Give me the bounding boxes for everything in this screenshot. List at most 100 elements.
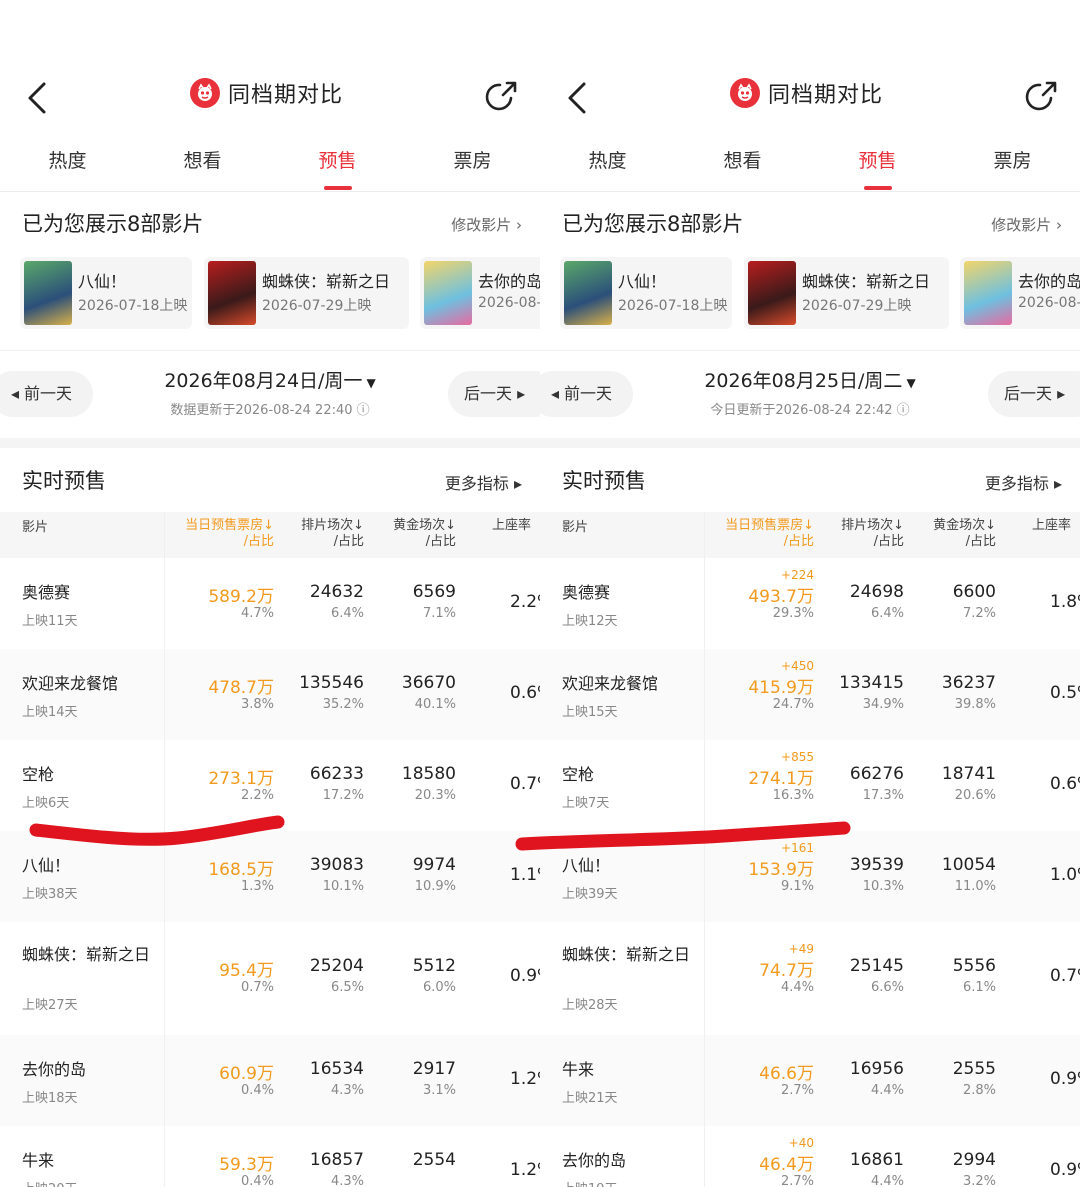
col-presale[interactable]: 当日预售票房↓/占比 [170, 518, 274, 550]
share-icon [1025, 81, 1057, 111]
table-row[interactable]: 欢迎来龙餐馆 上映14天 478.7万 3.8% 135546 35.2% 36… [0, 649, 540, 740]
tab-3[interactable]: 票房 [405, 140, 540, 190]
occupancy-rate: 0.9% [1050, 1069, 1080, 1089]
film-card[interactable]: 蜘蛛侠：崭新之日 2026-07-29上映 [204, 257, 409, 329]
tab-0[interactable]: 热度 [0, 140, 135, 190]
presale-value: 168.5万 [208, 860, 274, 880]
golden-value: 2555 [952, 1059, 996, 1079]
film-poster [24, 261, 72, 325]
tab-bar: 热度 想看 预售 票房 [0, 140, 540, 190]
film-card[interactable]: 蜘蛛侠：崭新之日 2026-07-29上映 [744, 257, 949, 329]
table-header: 影片 当日预售票房↓/占比 排片场次↓/占比 黄金场次↓/占比 上座率 [540, 512, 1080, 558]
table-row[interactable]: 牛来 上映20天 59.3万 0.4% 16857 4.3% 2554 1.2% [0, 1126, 540, 1187]
golden-share: 20.6% [954, 788, 996, 803]
film-card-date: 2026-08-0 [1018, 295, 1080, 311]
shows-value: 39083 [309, 855, 364, 875]
presale-share: 9.1% [780, 879, 814, 894]
table-row[interactable]: 牛来 上映21天 46.6万 2.7% 16956 4.4% 2555 2.8%… [540, 1035, 1080, 1126]
shows-value: 16857 [309, 1150, 364, 1170]
film-card[interactable]: 八仙！ 2026-07-18上映 [560, 257, 732, 329]
days-since-release: 上映39天 [562, 887, 618, 902]
divider [0, 350, 540, 351]
table-row[interactable]: 去你的岛 上映19天 +40 46.4万 2.7% 16861 4.4% 299… [540, 1126, 1080, 1187]
days-since-release: 上映27天 [22, 998, 78, 1013]
shows-share: 35.2% [322, 697, 364, 712]
presale-share: 2.7% [780, 1174, 814, 1187]
shows-share: 34.9% [862, 697, 904, 712]
table-row[interactable]: 空枪 上映6天 273.1万 2.2% 66233 17.2% 18580 20… [0, 740, 540, 831]
film-card[interactable]: 去你的岛 2026-08-0 [420, 257, 540, 329]
back-button[interactable] [562, 78, 594, 118]
occupancy-rate: 0.9% [510, 966, 540, 986]
col-golden[interactable]: 黄金场次↓/占比 [920, 518, 996, 550]
share-button[interactable] [484, 78, 520, 114]
table-row[interactable]: 蜘蛛侠：崭新之日 上映28天 +49 74.7万 4.4% 25145 6.6%… [540, 922, 1080, 1035]
golden-value: 9974 [412, 855, 456, 875]
next-day-button[interactable]: 后一天 ▸ [448, 371, 540, 417]
tab-3[interactable]: 票房 [945, 140, 1080, 190]
col-shows[interactable]: 排片场次↓/占比 [290, 518, 364, 550]
col-shows[interactable]: 排片场次↓/占比 [830, 518, 904, 550]
table-row[interactable]: 八仙！ 上映38天 168.5万 1.3% 39083 10.1% 9974 1… [0, 831, 540, 922]
table-row[interactable]: 去你的岛 上映18天 60.9万 0.4% 16534 4.3% 2917 3.… [0, 1035, 540, 1126]
share-button[interactable] [1024, 78, 1060, 114]
film-card-name: 蜘蛛侠：崭新之日 [802, 272, 931, 291]
film-name: 奥德赛 [22, 583, 71, 602]
shows-value: 25204 [309, 956, 364, 976]
days-since-release: 上映6天 [22, 796, 70, 811]
more-metrics-button[interactable]: 更多指标 ▸ [985, 470, 1062, 494]
tab-2[interactable]: 预售 [270, 140, 405, 190]
shows-value: 16861 [849, 1150, 904, 1170]
modify-films-link[interactable]: 修改影片 › [991, 214, 1062, 235]
col-film: 影片 [562, 520, 589, 535]
presale-value: 153.9万 [748, 860, 814, 880]
table-row[interactable]: 奥德赛 上映11天 589.2万 4.7% 24632 6.4% 6569 7.… [0, 558, 540, 649]
presale-share: 24.7% [772, 697, 814, 712]
table-row[interactable]: 奥德赛 上映12天 +224 493.7万 29.3% 24698 6.4% 6… [540, 558, 1080, 649]
col-golden[interactable]: 黄金场次↓/占比 [380, 518, 456, 550]
golden-value: 6600 [952, 582, 996, 602]
col-presale[interactable]: 当日预售票房↓/占比 [710, 518, 814, 550]
film-card[interactable]: 去你的岛 2026-08-0 [960, 257, 1080, 329]
film-strip: 八仙！ 2026-07-18上映 蜘蛛侠：崭新之日 2026-07-29上映 去… [20, 257, 540, 329]
col-golden-line2: /占比 [965, 534, 996, 549]
golden-value: 18741 [941, 764, 996, 784]
presale-value: 60.9万 [219, 1064, 274, 1084]
divider [540, 350, 1080, 351]
days-since-release: 上映11天 [22, 614, 78, 629]
occupancy-rate: 1.8% [1050, 592, 1080, 612]
table-row[interactable]: 空枪 上映7天 +855 274.1万 16.3% 66276 17.3% 18… [540, 740, 1080, 831]
occupancy-rate: 1.0% [1050, 865, 1080, 885]
page-title: 同档期对比 [228, 83, 344, 108]
caret-down-icon: ▼ [366, 376, 376, 390]
col-rate: 上座率 [492, 518, 532, 533]
golden-share: 7.1% [422, 606, 456, 621]
days-since-release: 上映19天 [562, 1178, 618, 1187]
table-row[interactable]: 八仙！ 上映39天 +161 153.9万 9.1% 39539 10.3% 1… [540, 831, 1080, 922]
modify-films-link[interactable]: 修改影片 › [451, 214, 522, 235]
table-row[interactable]: 欢迎来龙餐馆 上映15天 +450 415.9万 24.7% 133415 34… [540, 649, 1080, 740]
film-card[interactable]: 八仙！ 2026-07-18上映 [20, 257, 192, 329]
occupancy-rate: 2.2% [510, 592, 540, 612]
film-card-date: 2026-07-29上映 [802, 298, 912, 314]
film-poster [424, 261, 472, 325]
col-presale-line1: 当日预售票房↓ [725, 518, 814, 533]
days-since-release: 上映7天 [562, 796, 610, 811]
shows-share: 4.4% [870, 1083, 904, 1098]
film-name: 空枪 [562, 765, 595, 784]
presale-value: 46.4万 [759, 1155, 814, 1175]
table-row[interactable]: 蜘蛛侠：崭新之日 上映27天 95.4万 0.7% 25204 6.5% 551… [0, 922, 540, 1035]
back-button[interactable] [22, 78, 54, 118]
tab-2[interactable]: 预售 [810, 140, 945, 190]
more-metrics-button[interactable]: 更多指标 ▸ [445, 470, 522, 494]
tab-1[interactable]: 想看 [675, 140, 810, 190]
page-title: 同档期对比 [768, 83, 884, 108]
next-day-button[interactable]: 后一天 ▸ [988, 371, 1080, 417]
shows-value: 39539 [849, 855, 904, 875]
tab-1[interactable]: 想看 [135, 140, 270, 190]
days-since-release: 上映20天 [22, 1178, 78, 1187]
tab-0[interactable]: 热度 [540, 140, 675, 190]
shows-value: 135546 [299, 673, 364, 693]
presale-value: 415.9万 [748, 678, 814, 698]
days-since-release: 上映12天 [562, 614, 618, 629]
